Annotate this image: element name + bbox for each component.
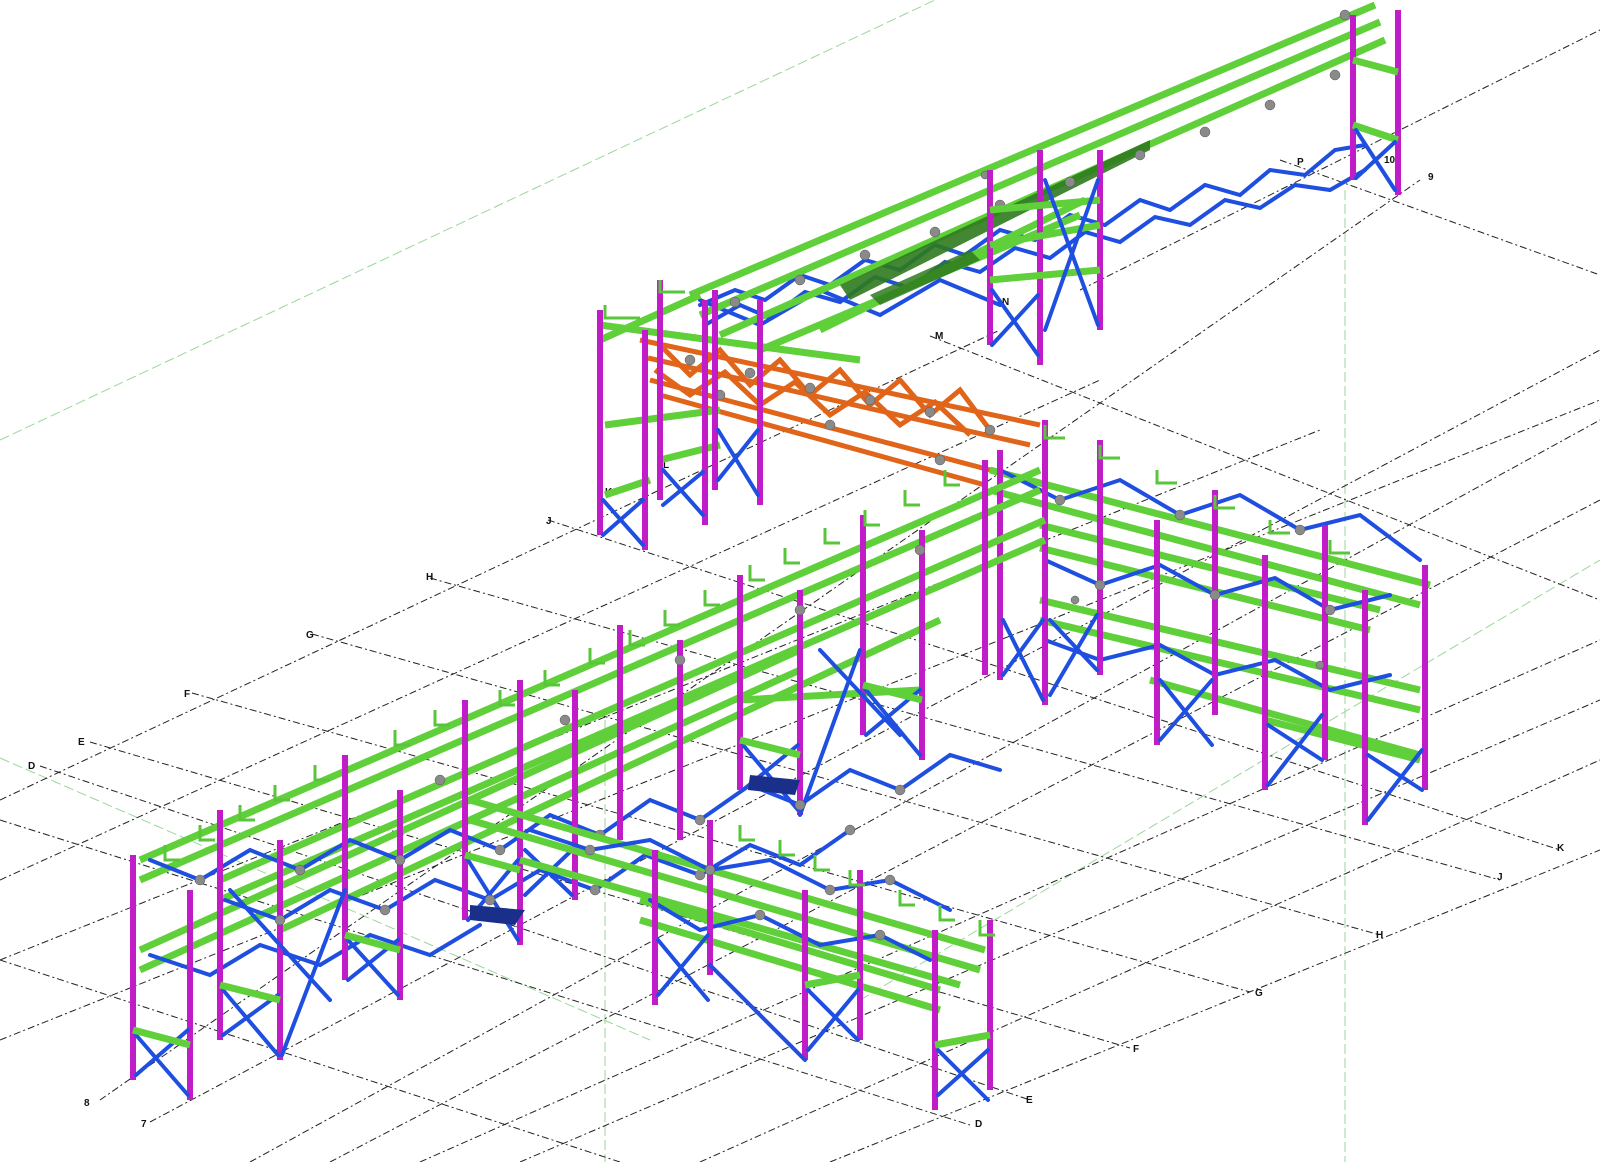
structural-model-3d-view[interactable]: P 10 9 M N L K J H G F E D 8 7 K J H G F… [0,0,1600,1162]
grid-label-8: 8 [84,1098,90,1109]
lower-branch-rack[interactable] [469,796,995,1110]
end-frame-axis-9 [1350,10,1401,195]
grid-label-e-right: E [1026,1095,1033,1106]
grid-label-h: H [426,572,433,583]
grid-label-h-right: H [1376,930,1383,941]
upper-pipe-bridge[interactable] [688,1,1401,365]
grid-label-9: 9 [1428,172,1434,183]
grid-label-e: E [78,737,85,748]
grid-label-d-right: D [975,1119,982,1130]
grid-label-f-right: F [1133,1044,1139,1055]
grid-label-g: G [306,630,314,641]
grid-label-g-right: G [1255,988,1263,999]
grid-label-j: J [546,516,552,527]
grid-label-f: F [184,689,190,700]
grid-label-k-right: K [1557,843,1565,854]
grid-label-7: 7 [141,1119,147,1130]
grid-label-j-right: J [1497,872,1503,883]
grid-label-p: P [1297,157,1304,168]
grid-label-10: 10 [1384,155,1396,166]
grid-label-m: M [935,331,943,342]
grid-label-d: D [28,761,35,772]
right-frame-block[interactable] [989,420,1431,825]
